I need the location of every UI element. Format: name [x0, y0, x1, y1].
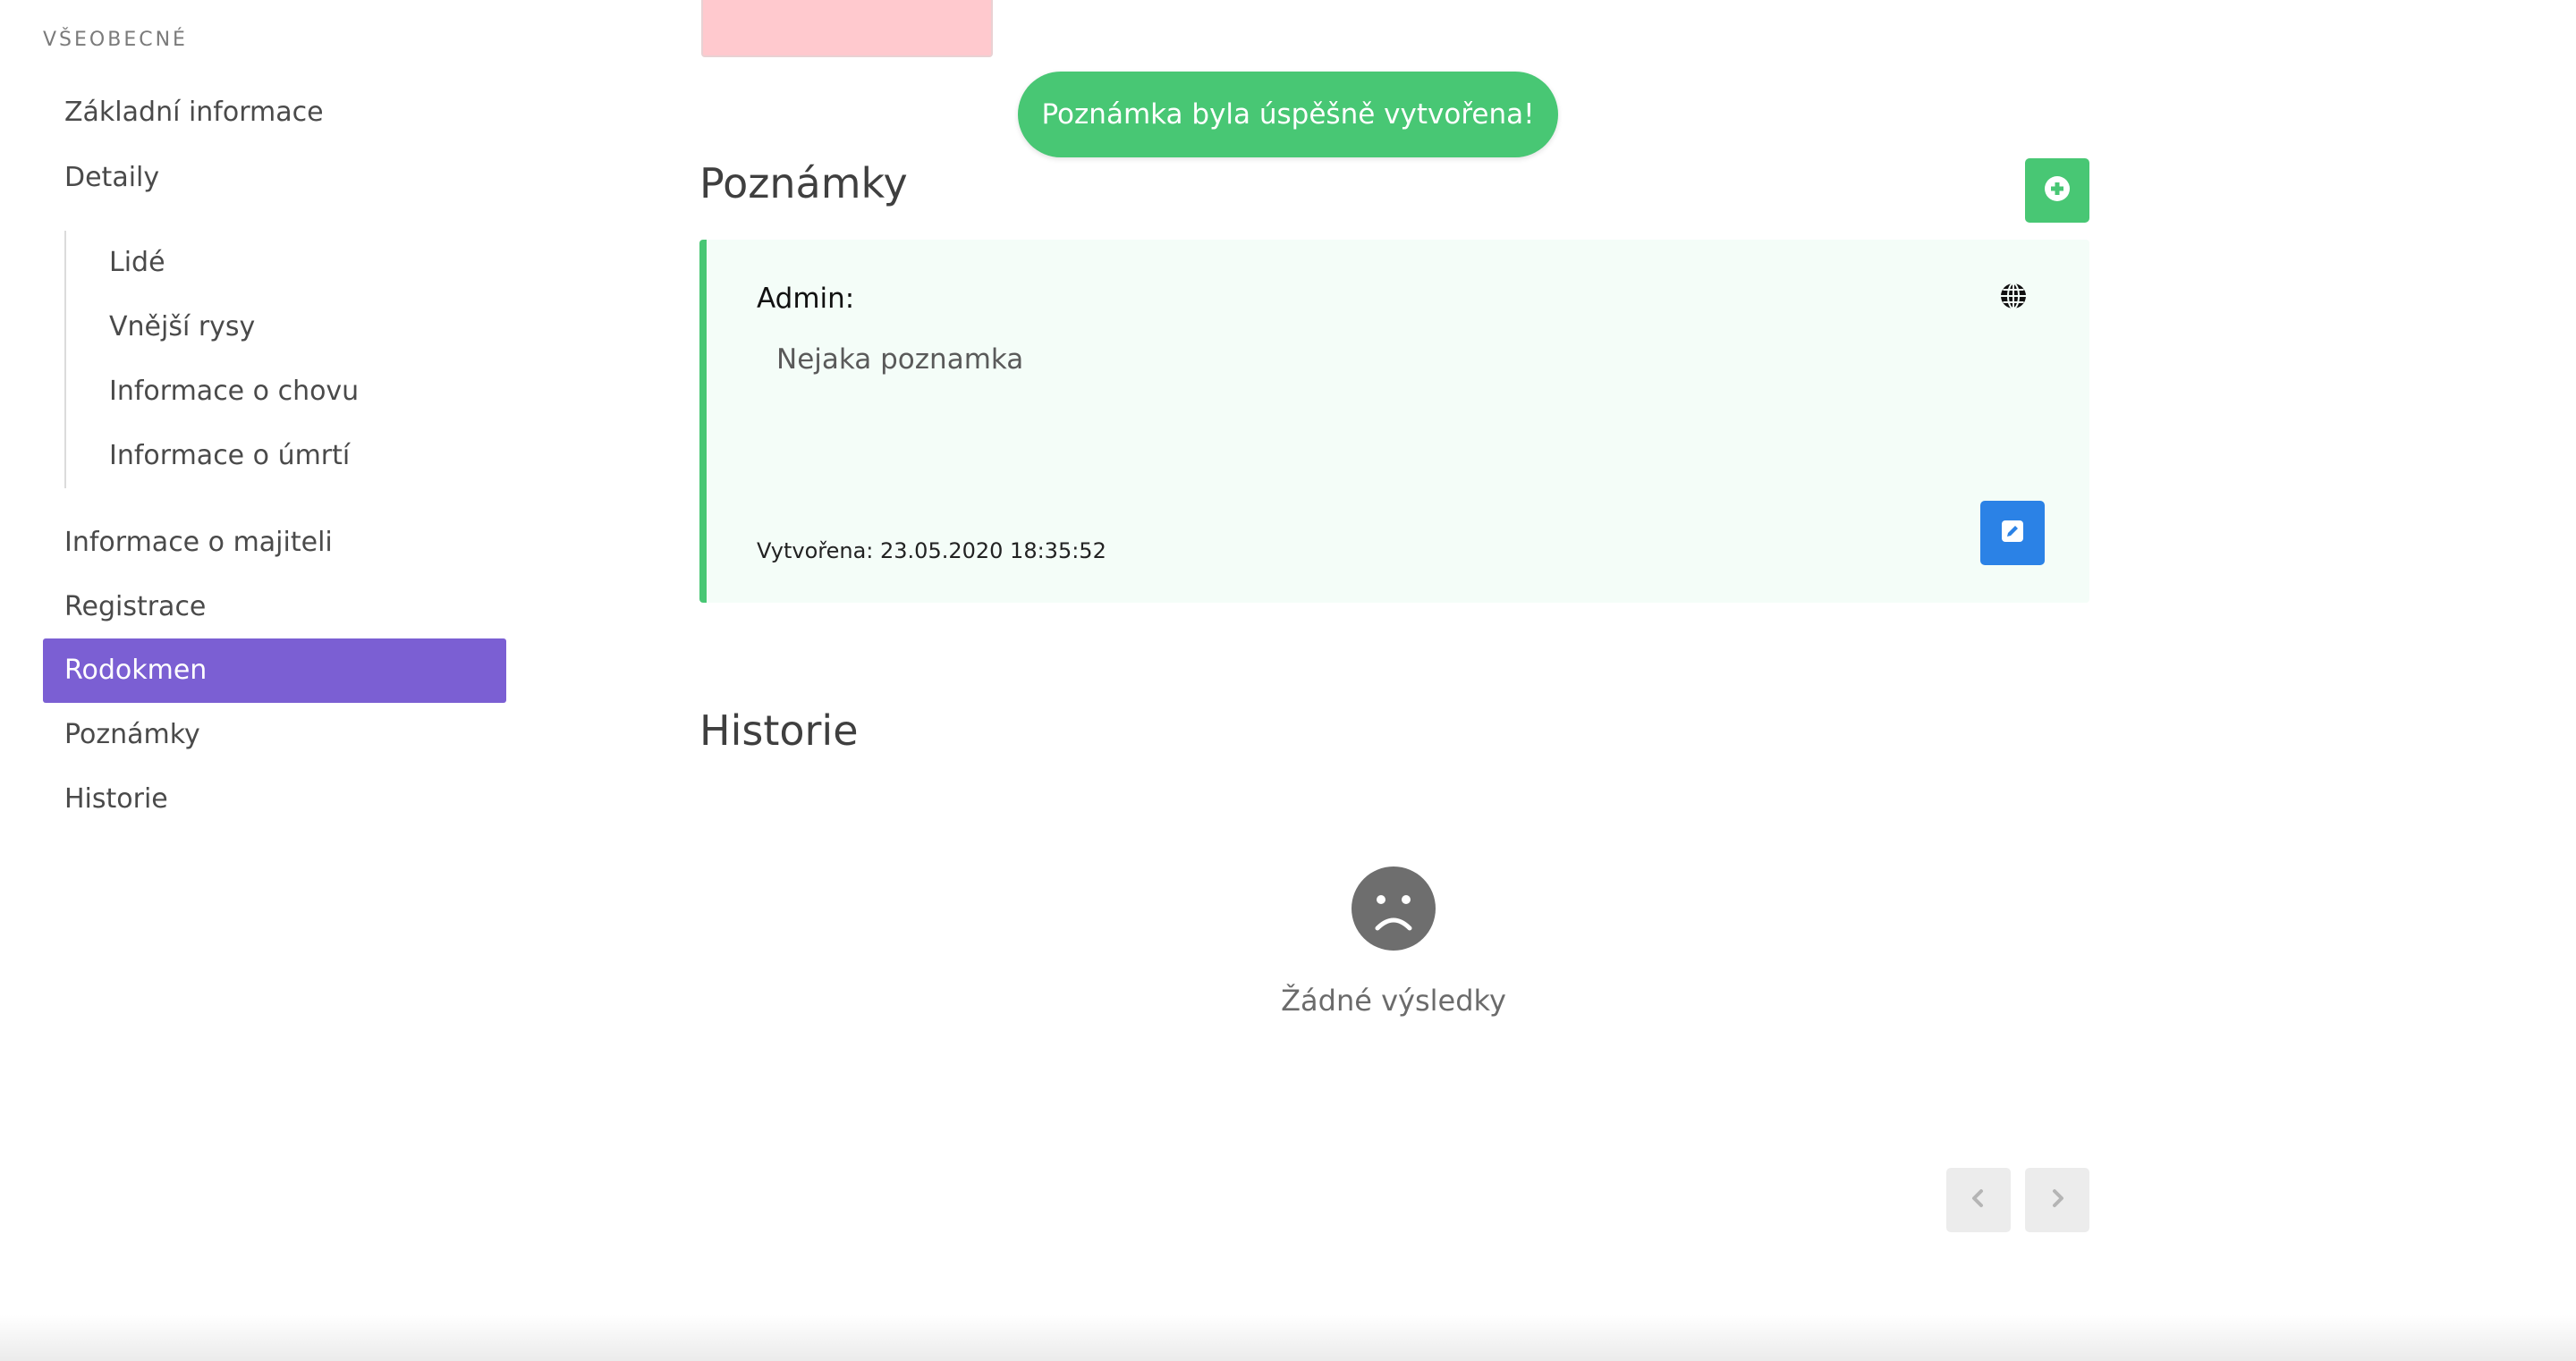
pagination-next-button[interactable]: [2025, 1168, 2089, 1232]
sidebar-item-poznamky[interactable]: Poznámky: [43, 703, 506, 767]
sidebar-item-detaily[interactable]: Detaily: [43, 146, 506, 210]
note-card: Admin: Nejaka poznamka Vytvořena: 23.05.…: [699, 240, 2089, 603]
pagination-previous-button[interactable]: [1946, 1168, 2011, 1232]
sidebar-submenu-detaily: Lidé Vnější rysy Informace o chovu Infor…: [64, 231, 506, 488]
sidebar-subitem-informace-o-umrti[interactable]: Informace o úmrtí: [66, 424, 487, 488]
success-toast: Poznámka byla úspěšně vytvořena!: [1018, 72, 1558, 157]
sad-face-icon: [1351, 866, 1436, 951]
chevron-right-icon: [2046, 1188, 2068, 1213]
add-note-button[interactable]: [2025, 158, 2089, 223]
sidebar-item-registrace[interactable]: Registrace: [43, 575, 506, 639]
note-author: Admin:: [757, 283, 855, 315]
sidebar-subitem-vnejsi-rysy[interactable]: Vnější rysy: [66, 295, 487, 359]
note-text: Nejaka poznamka: [776, 343, 1024, 376]
note-created-timestamp: Vytvořena: 23.05.2020 18:35:52: [757, 538, 1106, 563]
edit-note-button[interactable]: [1980, 501, 2045, 565]
sidebar-item-informace-o-majiteli[interactable]: Informace o majiteli: [43, 511, 506, 575]
history-section-title: Historie: [699, 706, 859, 755]
empty-results-text: Žádné výsledky: [1281, 984, 1506, 1018]
plus-circle-icon: [2044, 175, 2071, 206]
sidebar-item-historie[interactable]: Historie: [43, 767, 506, 832]
page: VŠEOBECNÉ Základní informace Detaily Lid…: [0, 0, 2576, 1361]
edit-icon: [2000, 519, 2025, 547]
notes-section-title: Poznámky: [699, 159, 908, 207]
history-empty-state: Žádné výsledky: [1215, 866, 1572, 1018]
pedigree-cell-partial: [701, 0, 993, 57]
sidebar-item-rodokmen[interactable]: Rodokmen: [43, 638, 506, 703]
sidebar-item-zakladni-informace[interactable]: Základní informace: [43, 80, 506, 145]
sidebar-subitem-lide[interactable]: Lidé: [66, 231, 487, 295]
menu-section-label: VŠEOBECNÉ: [43, 29, 188, 51]
globe-icon: [1998, 281, 2029, 311]
chevron-left-icon: [1968, 1188, 1989, 1213]
footer-shadow: [0, 1315, 2576, 1361]
sidebar-subitem-informace-o-chovu[interactable]: Informace o chovu: [66, 359, 487, 424]
